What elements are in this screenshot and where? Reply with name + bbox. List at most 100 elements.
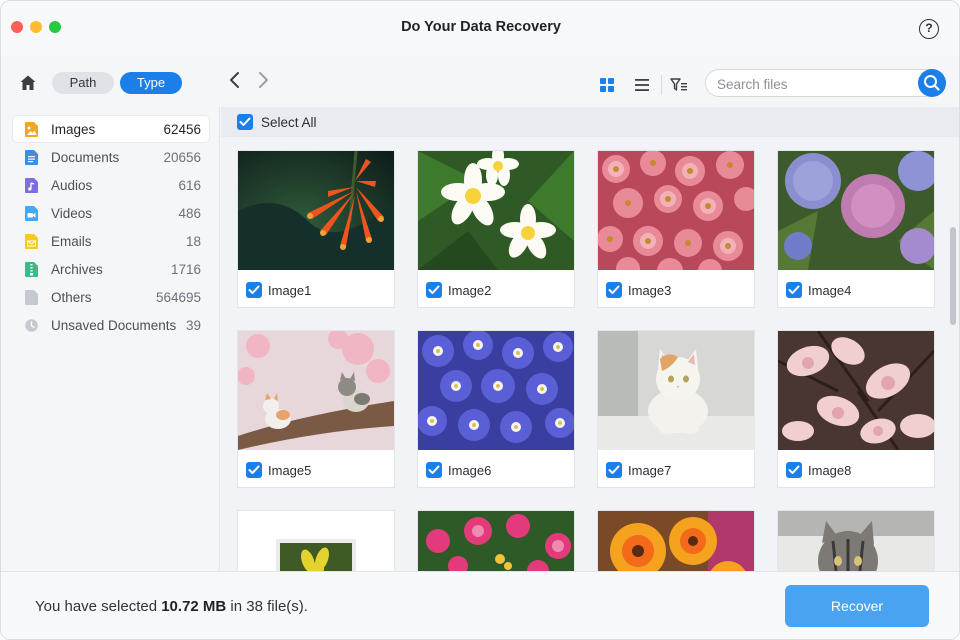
- image-label: Image3: [628, 283, 672, 298]
- image-checkbox[interactable]: [246, 462, 262, 478]
- image-label: Image7: [628, 463, 672, 478]
- filter-icon[interactable]: [670, 77, 688, 93]
- image-thumbnail: [238, 331, 394, 450]
- image-thumbnail: [778, 151, 934, 270]
- image-thumbnail: [778, 511, 934, 571]
- email-file-icon: [25, 234, 38, 249]
- image-thumbnail: [598, 331, 754, 450]
- sidebar-item-count: 62456: [163, 122, 201, 137]
- search-box: [705, 69, 946, 97]
- image-thumbnail: [598, 151, 754, 270]
- image-thumbnail: [238, 511, 394, 571]
- sidebar-item-count: 564695: [155, 290, 201, 305]
- sidebar: Images 62456 Documents 20656 Audios 616: [1, 107, 220, 571]
- sidebar-item-label: Images: [51, 122, 96, 137]
- sidebar-item-label: Videos: [51, 206, 93, 221]
- image-label: Image1: [268, 283, 312, 298]
- image-label: Image8: [808, 463, 852, 478]
- back-arrow-icon[interactable]: [227, 71, 243, 89]
- image-card[interactable]: Image8: [777, 330, 935, 488]
- sidebar-item-archives[interactable]: Archives 1716: [13, 256, 209, 282]
- image-file-icon: [25, 122, 38, 137]
- sidebar-item-label: Unsaved Documents: [51, 318, 177, 333]
- sidebar-item-emails[interactable]: Emails 18: [13, 228, 209, 254]
- image-checkbox[interactable]: [426, 462, 442, 478]
- sidebar-item-documents[interactable]: Documents 20656: [13, 144, 209, 170]
- sidebar-item-count: 1716: [170, 262, 201, 277]
- image-card[interactable]: Image3: [597, 150, 755, 308]
- sidebar-item-unsaved-documents[interactable]: Unsaved Documents 39: [13, 312, 209, 338]
- title-bar: Do Your Data Recovery ?: [1, 1, 959, 57]
- toolbar-divider: [661, 75, 662, 95]
- select-all-label: Select All: [261, 115, 317, 130]
- video-file-icon: [25, 206, 38, 221]
- list-view-icon[interactable]: [633, 77, 651, 93]
- app-title: Do Your Data Recovery: [401, 19, 561, 35]
- summary-middle: in: [226, 598, 247, 615]
- image-checkbox[interactable]: [246, 282, 262, 298]
- image-label: Image5: [268, 463, 312, 478]
- summary-prefix: You have selected: [35, 598, 162, 615]
- archive-file-icon: [25, 262, 38, 277]
- file-grid-area: Select All Image1 Image2 Image3 Image4 I…: [221, 107, 959, 571]
- image-card[interactable]: Image1: [237, 150, 395, 308]
- image-card[interactable]: Image4: [777, 150, 935, 308]
- image-card[interactable]: [597, 510, 755, 571]
- sidebar-item-label: Documents: [51, 150, 120, 165]
- tab-type[interactable]: Type: [120, 72, 182, 94]
- image-thumbnail: [778, 331, 934, 450]
- image-card[interactable]: [777, 510, 935, 571]
- image-label: Image2: [448, 283, 492, 298]
- help-button[interactable]: ?: [919, 19, 939, 39]
- summary-suffix: file(s).: [262, 598, 308, 615]
- image-checkbox[interactable]: [786, 462, 802, 478]
- search-input[interactable]: [717, 75, 907, 93]
- image-thumbnail: [418, 331, 574, 450]
- image-checkbox[interactable]: [786, 282, 802, 298]
- image-card[interactable]: [237, 510, 395, 571]
- sidebar-item-count: 39: [185, 318, 201, 333]
- sidebar-item-videos[interactable]: Videos 486: [13, 200, 209, 226]
- sidebar-item-count: 616: [178, 178, 201, 193]
- image-thumbnail: [598, 511, 754, 571]
- sidebar-item-count: 18: [185, 234, 201, 249]
- image-card[interactable]: Image5: [237, 330, 395, 488]
- image-thumbnail: [238, 151, 394, 270]
- home-icon[interactable]: [19, 74, 37, 92]
- image-checkbox[interactable]: [426, 282, 442, 298]
- tab-path[interactable]: Path: [52, 72, 114, 94]
- image-card[interactable]: Image2: [417, 150, 575, 308]
- image-label: Image6: [448, 463, 492, 478]
- search-button[interactable]: [918, 69, 946, 97]
- scrollbar-thumb[interactable]: [950, 227, 956, 325]
- footer-bar: You have selected 10.72 MB in 38 file(s)…: [1, 571, 959, 639]
- sidebar-item-count: 20656: [163, 150, 201, 165]
- forward-arrow-icon[interactable]: [255, 71, 271, 89]
- image-checkbox[interactable]: [606, 282, 622, 298]
- audio-file-icon: [25, 178, 38, 193]
- image-card[interactable]: [417, 510, 575, 571]
- image-thumbnail: [418, 151, 574, 270]
- sidebar-item-label: Emails: [51, 234, 92, 249]
- sidebar-item-label: Archives: [51, 262, 103, 277]
- image-checkbox[interactable]: [606, 462, 622, 478]
- recover-button[interactable]: Recover: [785, 585, 929, 627]
- selection-summary: You have selected 10.72 MB in 38 file(s)…: [35, 598, 308, 615]
- sidebar-item-label: Others: [51, 290, 92, 305]
- sidebar-item-count: 486: [178, 206, 201, 221]
- image-thumbnail: [418, 511, 574, 571]
- sidebar-item-others[interactable]: Others 564695: [13, 284, 209, 310]
- image-card[interactable]: Image7: [597, 330, 755, 488]
- document-file-icon: [25, 150, 38, 165]
- sidebar-item-audios[interactable]: Audios 616: [13, 172, 209, 198]
- sidebar-item-images[interactable]: Images 62456: [13, 116, 209, 142]
- image-label: Image4: [808, 283, 852, 298]
- selected-count: 38: [246, 598, 263, 615]
- search-icon: [924, 75, 940, 91]
- image-card[interactable]: Image6: [417, 330, 575, 488]
- grid-view-icon[interactable]: [599, 77, 615, 93]
- select-all-checkbox[interactable]: [237, 114, 253, 130]
- select-all-bar: Select All: [221, 107, 959, 137]
- app-window: Do Your Data Recovery ? Path Type Search…: [0, 0, 960, 640]
- clock-icon: [25, 319, 38, 332]
